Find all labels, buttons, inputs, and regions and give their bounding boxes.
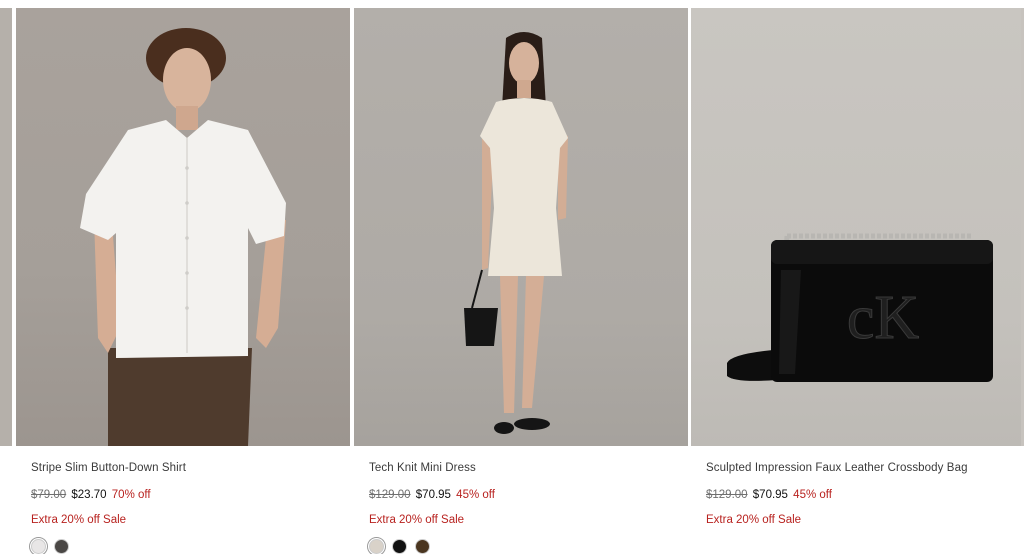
color-swatch[interactable] bbox=[415, 539, 430, 554]
product-card-dress[interactable]: Tech Knit Mini Dress $129.00 $70.95 45% … bbox=[354, 0, 688, 554]
discount-label: 45% off bbox=[456, 489, 495, 501]
product-title[interactable]: Tech Knit Mini Dress bbox=[369, 462, 476, 474]
price-row: $129.00 $70.95 45% off bbox=[369, 489, 495, 501]
promo-label: Extra 20% off Sale bbox=[369, 514, 465, 526]
shirt-model-illustration bbox=[80, 28, 286, 446]
product-grid: Stripe Slim Button-Down Shirt $79.00 $23… bbox=[0, 0, 1024, 554]
product-card-shirt[interactable]: Stripe Slim Button-Down Shirt $79.00 $23… bbox=[16, 0, 350, 554]
discount-label: 70% off bbox=[111, 489, 151, 501]
dress-model-illustration bbox=[464, 32, 568, 434]
sale-price: $70.95 bbox=[752, 489, 788, 501]
color-swatches bbox=[31, 539, 69, 554]
color-swatch[interactable] bbox=[369, 539, 384, 554]
bag-illustration: cK bbox=[727, 233, 993, 382]
brand-monogram-logo: cK bbox=[847, 284, 920, 352]
color-swatches bbox=[369, 539, 430, 554]
previous-product-image-edge[interactable] bbox=[0, 8, 12, 446]
sale-price: $23.70 bbox=[71, 489, 107, 501]
product-image-shirt[interactable] bbox=[16, 8, 350, 446]
color-swatch[interactable] bbox=[392, 539, 407, 554]
product-title[interactable]: Sculpted Impression Faux Leather Crossbo… bbox=[706, 462, 968, 474]
original-price: $129.00 bbox=[369, 489, 411, 501]
sale-price: $70.95 bbox=[415, 489, 451, 501]
color-swatch[interactable] bbox=[54, 539, 69, 554]
promo-label: Extra 20% off Sale bbox=[706, 514, 802, 526]
product-image-bag[interactable]: cK bbox=[691, 8, 1021, 446]
product-image-dress[interactable] bbox=[354, 8, 688, 446]
original-price: $129.00 bbox=[706, 489, 748, 501]
original-price: $79.00 bbox=[31, 489, 67, 501]
discount-label: 45% off bbox=[793, 489, 832, 501]
product-title[interactable]: Stripe Slim Button-Down Shirt bbox=[31, 462, 186, 474]
color-swatch[interactable] bbox=[31, 539, 46, 554]
promo-label: Extra 20% off Sale bbox=[31, 514, 127, 526]
product-card-bag[interactable]: cK Sculpted Impression Faux Leather Cros… bbox=[691, 0, 1021, 554]
price-row: $79.00 $23.70 70% off bbox=[31, 489, 151, 501]
price-row: $129.00 $70.95 45% off bbox=[706, 489, 832, 501]
